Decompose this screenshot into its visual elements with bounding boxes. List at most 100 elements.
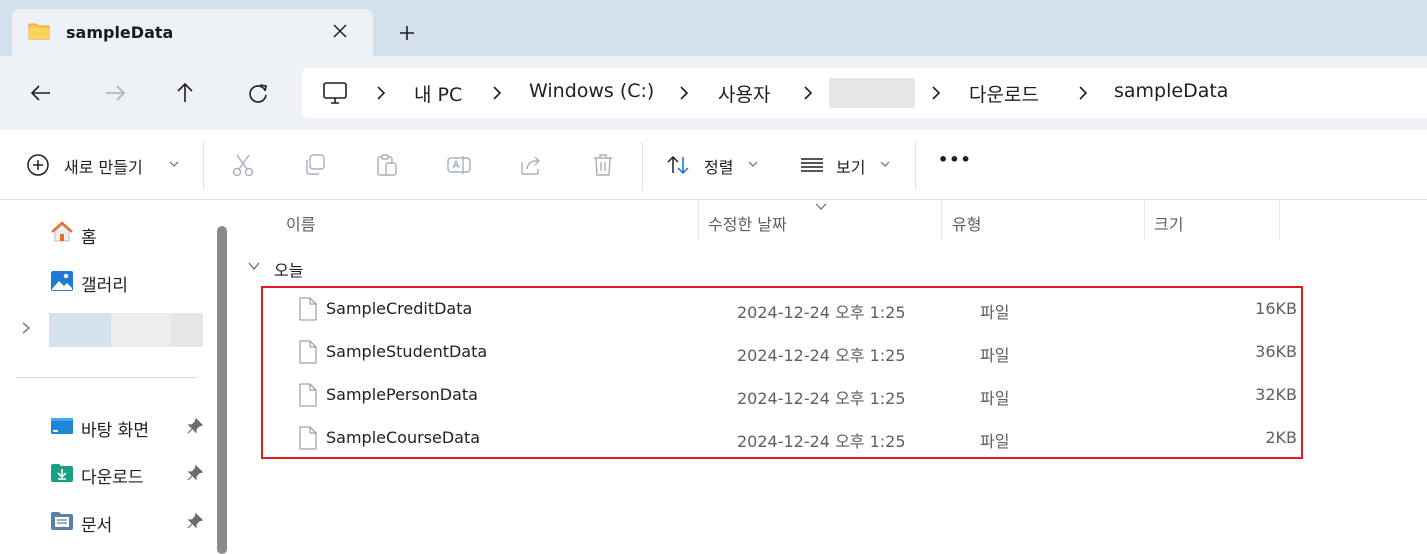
back-arrow-icon[interactable] bbox=[26, 78, 56, 108]
more-options-button[interactable]: ••• bbox=[938, 150, 972, 169]
file-modified: 2024-12-24 오후 1:25 bbox=[737, 389, 906, 408]
file-size: 16KB bbox=[1255, 299, 1297, 318]
documents-icon bbox=[51, 512, 73, 530]
breadcrumb-windows-c[interactable]: Windows (C:) bbox=[529, 80, 654, 102]
file-type: 파일 bbox=[980, 303, 1010, 322]
file-icon bbox=[299, 340, 317, 364]
chevron-right-icon[interactable] bbox=[929, 85, 943, 101]
file-type: 파일 bbox=[980, 389, 1010, 408]
command-bar: 새로 만들기 정렬 보기 ••• bbox=[0, 130, 1427, 200]
chevron-right-icon[interactable] bbox=[490, 85, 504, 101]
chevron-right-icon[interactable] bbox=[374, 85, 388, 101]
delete-trash-icon[interactable] bbox=[590, 152, 616, 178]
file-list: 이름 수정한 날짜 유형 크기 오늘 SampleCreditData 2024… bbox=[234, 200, 1427, 554]
pin-icon[interactable] bbox=[187, 418, 203, 434]
chevron-right-icon[interactable] bbox=[1076, 85, 1090, 101]
divider bbox=[915, 142, 916, 190]
close-icon[interactable] bbox=[328, 19, 352, 43]
sidebar-item-redacted[interactable] bbox=[49, 313, 203, 347]
chevron-right-icon[interactable] bbox=[677, 85, 691, 101]
forward-arrow-icon[interactable] bbox=[100, 78, 130, 108]
copy-icon[interactable] bbox=[302, 152, 328, 178]
column-header-name[interactable]: 이름 bbox=[286, 211, 315, 235]
new-plus-circle-icon[interactable] bbox=[25, 152, 51, 178]
file-type: 파일 bbox=[980, 346, 1010, 365]
address-bar[interactable]: 내 PC Windows (C:) 사용자 다운로드 sampleData bbox=[302, 68, 1427, 118]
sort-button[interactable]: 정렬 bbox=[704, 154, 733, 178]
column-header-size[interactable]: 크기 bbox=[1154, 211, 1183, 235]
sidebar-item-label: 문서 bbox=[81, 516, 113, 536]
navigation-pane: 홈 갤러리 바탕 화면 다운로드 문서 bbox=[0, 200, 210, 554]
column-divider[interactable] bbox=[1279, 200, 1280, 241]
pin-icon[interactable] bbox=[187, 465, 203, 481]
file-name: SampleStudentData bbox=[326, 342, 488, 361]
chevron-right-icon[interactable] bbox=[801, 85, 815, 101]
column-divider[interactable] bbox=[1144, 200, 1145, 241]
file-row[interactable]: SampleCourseData 2024-12-24 오후 1:25 파일 2… bbox=[293, 417, 1329, 460]
tab-title: sampleData bbox=[66, 23, 174, 42]
breadcrumb-downloads[interactable]: 다운로드 bbox=[969, 80, 1039, 107]
scrollbar-thumb[interactable] bbox=[217, 226, 227, 554]
selection-highlight-box: SampleCreditData 2024-12-24 오후 1:25 파일 1… bbox=[261, 286, 1303, 459]
chevron-down-icon[interactable] bbox=[169, 160, 179, 168]
file-modified: 2024-12-24 오후 1:25 bbox=[737, 303, 906, 322]
file-size: 2KB bbox=[1265, 428, 1297, 447]
breadcrumb-users[interactable]: 사용자 bbox=[718, 80, 770, 107]
pin-icon[interactable] bbox=[187, 513, 203, 529]
rename-icon[interactable] bbox=[446, 152, 472, 178]
gallery-icon bbox=[51, 271, 73, 291]
column-divider[interactable] bbox=[698, 200, 699, 241]
view-button[interactable]: 보기 bbox=[836, 154, 865, 178]
sidebar-item-label: 홈 bbox=[81, 228, 97, 248]
cut-icon[interactable] bbox=[230, 152, 256, 178]
downloads-icon bbox=[51, 464, 73, 482]
file-name: SampleCourseData bbox=[326, 428, 481, 447]
breadcrumb-sampledata[interactable]: sampleData bbox=[1114, 80, 1228, 102]
up-arrow-icon[interactable] bbox=[170, 78, 200, 108]
sidebar-item-label: 다운로드 bbox=[81, 468, 144, 488]
breadcrumb-redacted-user[interactable] bbox=[829, 78, 915, 108]
file-row[interactable]: SampleStudentData 2024-12-24 오후 1:25 파일 … bbox=[293, 331, 1329, 374]
sidebar-scrollbar[interactable] bbox=[210, 200, 234, 554]
home-icon bbox=[51, 221, 73, 242]
divider bbox=[203, 142, 204, 190]
column-header-type[interactable]: 유형 bbox=[952, 211, 981, 235]
paste-icon[interactable] bbox=[374, 152, 400, 178]
new-button[interactable]: 새로 만들기 bbox=[64, 154, 143, 178]
file-modified: 2024-12-24 오후 1:25 bbox=[737, 346, 906, 365]
file-row[interactable]: SampleCreditData 2024-12-24 오후 1:25 파일 1… bbox=[293, 288, 1329, 331]
file-name: SamplePersonData bbox=[326, 385, 478, 404]
refresh-icon[interactable] bbox=[243, 78, 273, 108]
chevron-down-icon[interactable] bbox=[248, 261, 260, 271]
tab-sampledata[interactable]: sampleData bbox=[12, 9, 373, 56]
column-divider[interactable] bbox=[941, 200, 942, 241]
file-modified: 2024-12-24 오후 1:25 bbox=[737, 432, 906, 451]
column-header-modified[interactable]: 수정한 날짜 bbox=[708, 211, 787, 235]
file-row[interactable]: SamplePersonData 2024-12-24 오후 1:25 파일 3… bbox=[293, 374, 1329, 417]
desktop-icon bbox=[51, 418, 73, 434]
chevron-down-icon[interactable] bbox=[748, 160, 758, 168]
divider bbox=[642, 142, 643, 190]
chevron-right-icon[interactable] bbox=[20, 321, 32, 335]
file-icon bbox=[299, 426, 317, 450]
chevron-down-icon[interactable] bbox=[880, 160, 890, 168]
file-icon bbox=[299, 383, 317, 407]
sidebar-item-label: 갤러리 bbox=[81, 276, 128, 296]
file-icon bbox=[299, 297, 317, 321]
share-icon[interactable] bbox=[518, 152, 544, 178]
breadcrumb-this-pc[interactable]: 내 PC bbox=[414, 80, 462, 107]
divider bbox=[16, 377, 197, 378]
new-tab-plus-icon[interactable] bbox=[392, 20, 422, 46]
view-lines-icon[interactable] bbox=[799, 152, 825, 178]
computer-icon bbox=[323, 82, 347, 104]
sort-descending-icon bbox=[815, 203, 827, 210]
folder-icon bbox=[28, 23, 50, 40]
group-label: 오늘 bbox=[274, 261, 304, 280]
file-size: 36KB bbox=[1255, 342, 1297, 361]
sidebar-item-label: 바탕 화면 bbox=[81, 421, 149, 441]
sort-arrows-icon[interactable] bbox=[665, 152, 691, 178]
file-name: SampleCreditData bbox=[326, 299, 473, 318]
file-size: 32KB bbox=[1255, 385, 1297, 404]
file-type: 파일 bbox=[980, 432, 1010, 451]
tab-strip: sampleData bbox=[0, 0, 1427, 56]
